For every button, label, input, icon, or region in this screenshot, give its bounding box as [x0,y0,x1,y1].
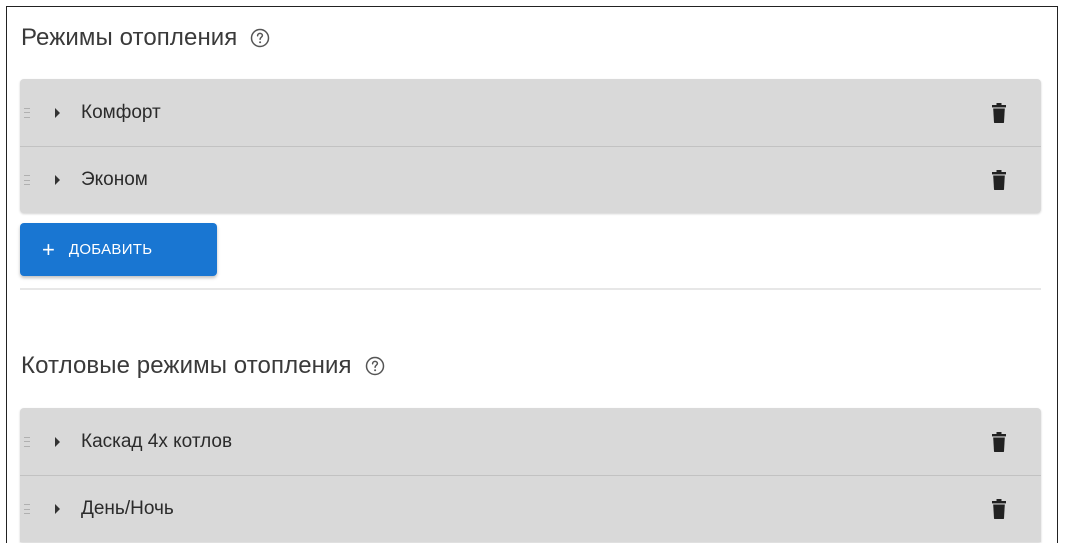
drag-handle-icon[interactable] [24,175,30,185]
drag-handle-icon[interactable] [24,504,30,514]
section-divider [20,288,1041,290]
list-item-label[interactable]: Каскад 4х котлов [81,431,232,453]
list-item[interactable]: Комфорт [20,79,1041,146]
add-button[interactable]: + ДОБАВИТЬ [20,223,217,276]
boiler-heating-modes-list: Каскад 4х котлов День/Ночь [20,408,1041,542]
add-button-label: ДОБАВИТЬ [68,241,153,258]
drag-handle-icon[interactable] [24,436,30,447]
caret-right-icon[interactable] [55,107,60,118]
list-item-label[interactable]: Комфорт [81,102,161,124]
trash-icon[interactable] [992,102,1006,123]
plus-icon: + [42,236,55,262]
list-item-label[interactable]: Эконом [81,169,148,191]
caret-right-icon[interactable] [55,504,60,514]
section-title-text: Режимы отопления [21,24,238,51]
list-item-label[interactable]: День/Ночь [81,498,174,520]
caret-right-icon[interactable] [55,175,60,185]
list-item[interactable]: Каскад 4х котлов [20,408,1041,475]
list-item[interactable]: День/Ночь [20,475,1041,542]
help-icon[interactable] [364,355,386,377]
help-icon[interactable] [249,27,271,49]
trash-icon[interactable] [992,170,1006,190]
caret-right-icon[interactable] [55,436,60,447]
trash-icon[interactable] [992,499,1006,519]
heating-modes-list: Комфорт Эконом [20,79,1041,213]
section-title-text: Котловые режимы отопления [21,352,352,379]
list-item[interactable]: Эконом [20,146,1041,213]
section-title-boiler-heating-modes: Котловые режимы отопления [21,352,386,380]
drag-handle-icon[interactable] [24,107,30,118]
trash-icon[interactable] [992,431,1006,452]
section-title-heating-modes: Режимы отопления [21,24,271,52]
